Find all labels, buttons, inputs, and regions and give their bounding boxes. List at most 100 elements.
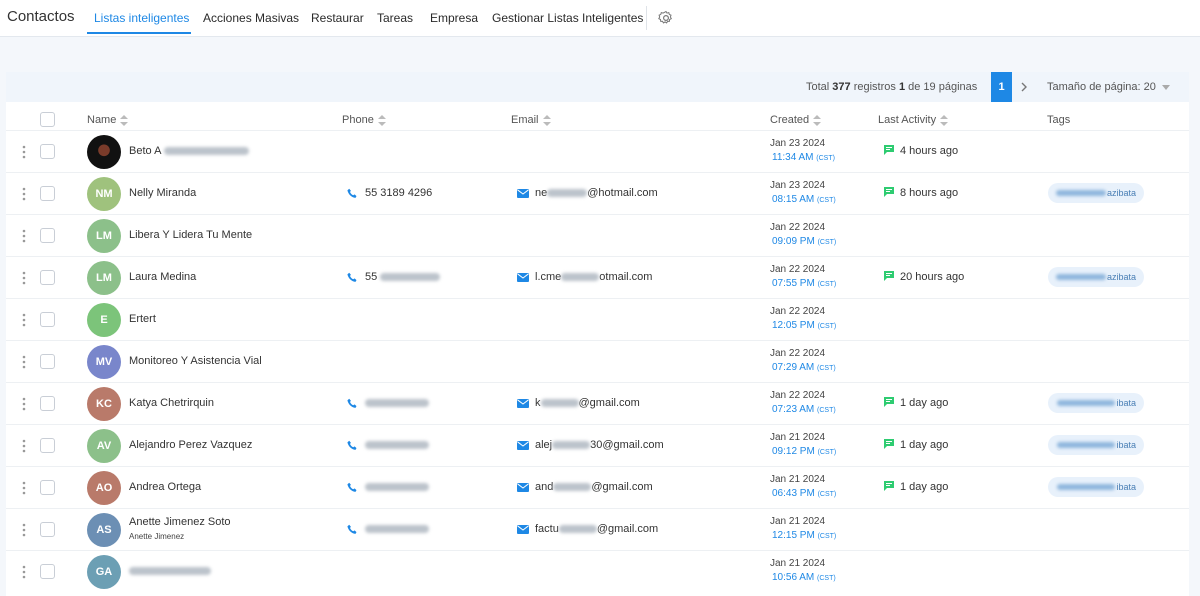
table-row[interactable]: MV Monitoreo Y Asistencia Vial Jan 22 2024… <box>6 340 1189 382</box>
last-activity-column-header[interactable]: Last Activity <box>878 114 949 126</box>
page-title: Contactos <box>7 8 75 25</box>
chevron-down-icon[interactable] <box>1162 85 1170 90</box>
message-icon <box>884 439 894 449</box>
table-row[interactable]: Beto A Jan 23 2024 11:34 AM (CST) 4 hours … <box>6 130 1189 172</box>
contact-name[interactable]: Ertert <box>129 313 156 325</box>
phone-column-header[interactable]: Phone <box>342 114 386 126</box>
row-menu-icon[interactable] <box>22 271 26 285</box>
table-row[interactable]: LM Libera Y Lidera Tu Mente Jan 22 2024 09:… <box>6 214 1189 256</box>
name-column-header[interactable]: Name <box>87 114 129 126</box>
tab-tareas[interactable]: Tareas <box>377 11 413 25</box>
page-size-select[interactable]: Tamaño de página: 20 <box>1047 81 1156 93</box>
tab-empresa[interactable]: Empresa <box>430 11 478 25</box>
contacts-table-card: Total 377 registros 1 de 19 páginas 1 Ta… <box>6 72 1189 596</box>
tag-chip[interactable]: azibata <box>1048 267 1144 287</box>
tab-gestionar-listas[interactable]: Gestionar Listas Inteligentes <box>492 11 643 25</box>
email-address[interactable]: l.cme otmail.com <box>535 271 652 283</box>
created-date: Jan 23 2024 <box>770 138 826 149</box>
contact-name[interactable]: Anette Jimenez Soto <box>129 516 231 528</box>
row-menu-icon[interactable] <box>22 313 26 327</box>
table-row[interactable]: AO Andrea Ortega and @gmail.com Jan 21 2024 0… <box>6 466 1189 508</box>
gear-icon[interactable] <box>658 10 674 26</box>
pagination-summary: Total 377 registros 1 de 19 páginas <box>806 81 978 93</box>
row-checkbox[interactable] <box>40 438 55 453</box>
table-row[interactable]: NM Nelly Miranda 55 3189 4296 ne @hotmail.co… <box>6 172 1189 214</box>
phone-number <box>365 397 429 409</box>
row-checkbox[interactable] <box>40 522 55 537</box>
select-all-checkbox[interactable] <box>40 112 55 127</box>
contact-name[interactable]: Katya Chetrirquin <box>129 397 214 409</box>
tag-chip[interactable]: ibata <box>1048 393 1144 413</box>
row-checkbox[interactable] <box>40 186 55 201</box>
contact-name[interactable]: Laura Medina <box>129 271 196 283</box>
email-address[interactable]: factu @gmail.com <box>535 523 658 535</box>
contact-name[interactable] <box>129 565 211 577</box>
row-menu-icon[interactable] <box>22 229 26 243</box>
chevron-right-icon[interactable] <box>1019 81 1029 93</box>
created-time: 08:15 AM (CST) <box>772 194 836 205</box>
avatar: KC <box>87 387 121 421</box>
contact-name[interactable]: Beto A <box>129 145 249 157</box>
row-menu-icon[interactable] <box>22 397 26 411</box>
avatar: AS <box>87 513 121 547</box>
row-menu-icon[interactable] <box>22 481 26 495</box>
row-menu-icon[interactable] <box>22 523 26 537</box>
created-date: Jan 22 2024 <box>770 390 826 401</box>
created-column-header[interactable]: Created <box>770 114 822 126</box>
created-time: 07:29 AM (CST) <box>772 362 836 373</box>
last-activity: 8 hours ago <box>900 187 959 199</box>
email-address[interactable]: alej 30@gmail.com <box>535 439 664 451</box>
tag-chip[interactable]: ibata <box>1048 477 1144 497</box>
row-checkbox[interactable] <box>40 396 55 411</box>
row-menu-icon[interactable] <box>22 145 26 159</box>
created-time: 07:23 AM (CST) <box>772 404 836 415</box>
email-address[interactable]: and @gmail.com <box>535 481 653 493</box>
table-row[interactable]: GA Jan 21 2024 10:56 AM (CST) <box>6 550 1189 592</box>
contact-name[interactable]: Alejandro Perez Vazquez <box>129 439 252 451</box>
contact-name[interactable]: Andrea Ortega <box>129 481 201 493</box>
tag-chip[interactable]: ibata <box>1048 435 1144 455</box>
tab-restaurar[interactable]: Restaurar <box>311 11 364 25</box>
table-row[interactable]: KC Katya Chetrirquin k @gmail.com Jan 22 202… <box>6 382 1189 424</box>
created-time: 09:09 PM (CST) <box>772 236 837 247</box>
sort-icon <box>813 114 822 126</box>
row-checkbox[interactable] <box>40 144 55 159</box>
email-address[interactable]: k @gmail.com <box>535 397 640 409</box>
row-menu-icon[interactable] <box>22 355 26 369</box>
created-date: Jan 22 2024 <box>770 306 826 317</box>
created-time: 10:56 AM (CST) <box>772 572 836 583</box>
row-menu-icon[interactable] <box>22 187 26 201</box>
contact-name[interactable]: Nelly Miranda <box>129 187 196 199</box>
phone-icon <box>347 482 357 492</box>
table-row[interactable]: AV Alejandro Perez Vazquez alej 30@gmail.co… <box>6 424 1189 466</box>
avatar: AO <box>87 471 121 505</box>
message-icon <box>884 481 894 491</box>
tag-chip[interactable]: azibata <box>1048 183 1144 203</box>
row-checkbox[interactable] <box>40 480 55 495</box>
last-activity: 1 day ago <box>900 397 949 409</box>
table-row[interactable]: AS Anette Jimenez Soto Anette Jimenez factu… <box>6 508 1189 550</box>
row-menu-icon[interactable] <box>22 565 26 579</box>
contact-name[interactable]: Monitoreo Y Asistencia Vial <box>129 355 262 367</box>
row-checkbox[interactable] <box>40 564 55 579</box>
table-row[interactable]: E Ertert Jan 22 2024 12:05 PM (CST) <box>6 298 1189 340</box>
table-row[interactable]: LM Laura Medina 55 l.cme otmail.com Jan 22 2… <box>6 256 1189 298</box>
page-1-button[interactable]: 1 <box>991 72 1012 102</box>
contact-subname: Anette Jimenez <box>129 532 185 541</box>
phone-number: 55 <box>365 271 441 283</box>
row-menu-icon[interactable] <box>22 439 26 453</box>
row-checkbox[interactable] <box>40 312 55 327</box>
message-icon <box>884 145 894 155</box>
row-checkbox[interactable] <box>40 228 55 243</box>
contact-name[interactable]: Libera Y Lidera Tu Mente <box>129 229 252 241</box>
row-checkbox[interactable] <box>40 354 55 369</box>
phone-number <box>365 439 429 451</box>
tab-listas-inteligentes[interactable]: Listas inteligentes <box>94 11 189 25</box>
mail-icon <box>517 525 529 534</box>
email-address[interactable]: ne @hotmail.com <box>535 187 658 199</box>
row-checkbox[interactable] <box>40 270 55 285</box>
phone-icon <box>347 398 357 408</box>
created-time: 11:34 AM (CST) <box>772 152 835 163</box>
email-column-header[interactable]: Email <box>511 114 551 126</box>
tab-acciones-masivas[interactable]: Acciones Masivas <box>203 11 299 25</box>
